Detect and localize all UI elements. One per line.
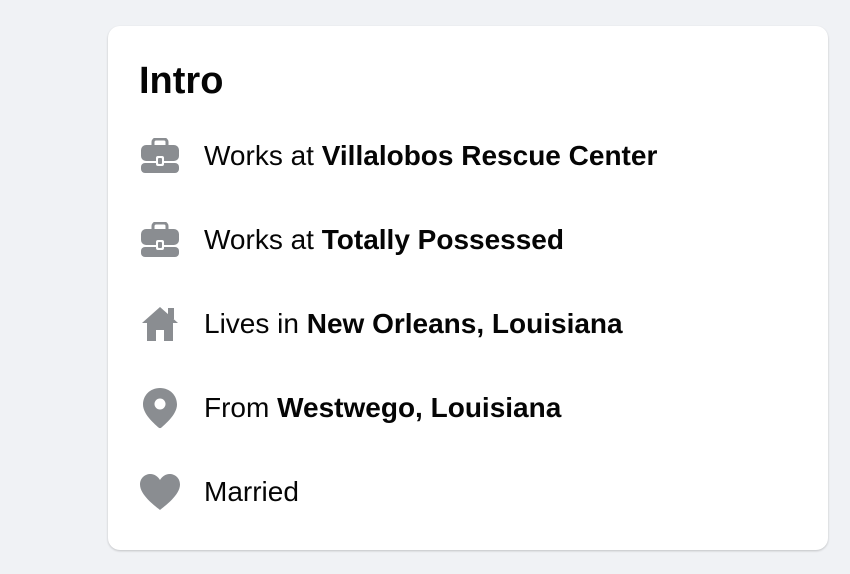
intro-item-relationship: Married (139, 470, 299, 514)
intro-card: Intro Works at Villalobos Rescue Center … (108, 26, 828, 550)
intro-item-prefix: Lives in (204, 308, 307, 339)
location-pin-icon (139, 387, 181, 429)
briefcase-icon (139, 135, 181, 177)
intro-item-prefix: Works at (204, 224, 322, 255)
intro-title: Intro (139, 60, 224, 102)
workplace-link[interactable]: Totally Possessed (322, 224, 564, 255)
hometown-link[interactable]: Westwego, Louisiana (277, 392, 561, 423)
intro-item-work-1: Works at Villalobos Rescue Center (139, 134, 657, 178)
intro-item-work-2: Works at Totally Possessed (139, 218, 564, 262)
intro-item-prefix: From (204, 392, 278, 423)
relationship-status: Married (204, 476, 299, 507)
heart-icon (139, 471, 181, 513)
intro-item-prefix: Works at (204, 140, 322, 171)
intro-item-lives-in: Lives in New Orleans, Louisiana (139, 302, 623, 346)
current-city-link[interactable]: New Orleans, Louisiana (307, 308, 623, 339)
briefcase-icon (139, 219, 181, 261)
workplace-link[interactable]: Villalobos Rescue Center (322, 140, 658, 171)
intro-item-from: From Westwego, Louisiana (139, 386, 561, 430)
home-icon (139, 303, 181, 345)
